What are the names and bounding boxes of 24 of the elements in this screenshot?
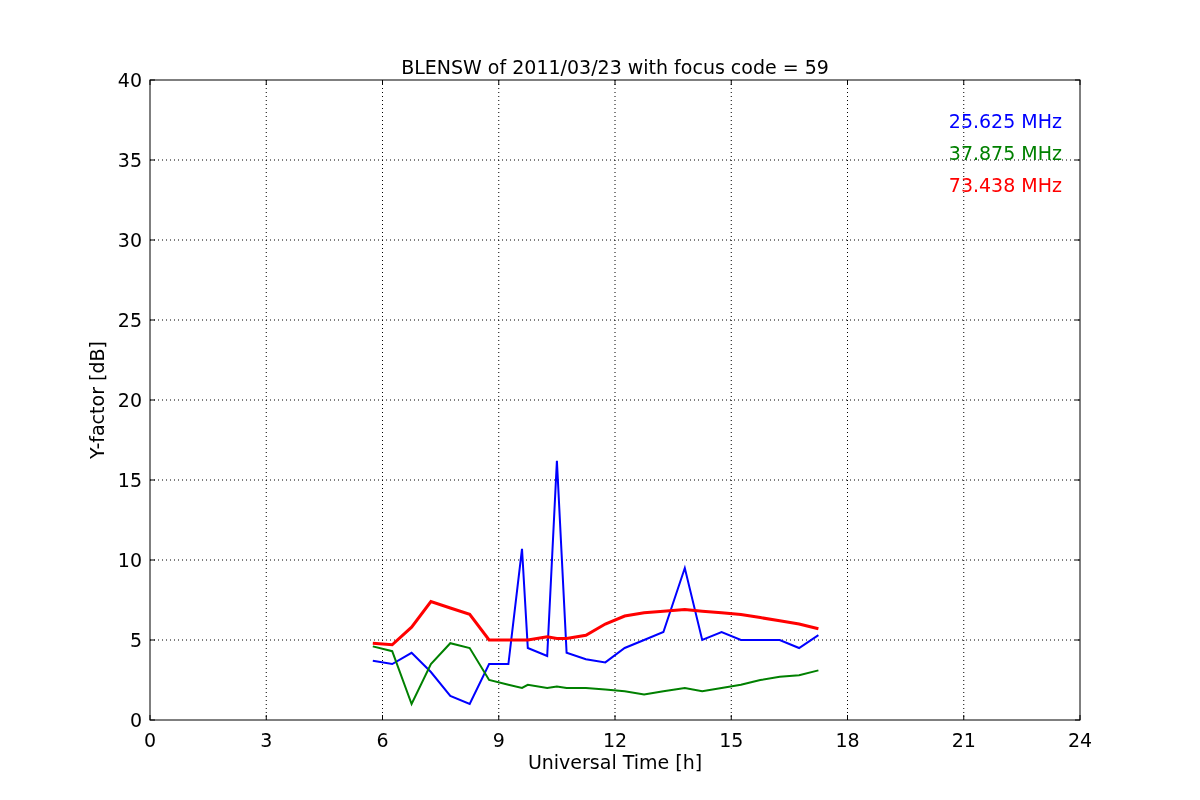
y-tick-label: 35: [117, 149, 142, 171]
chart-title: BLENSW of 2011/03/23 with focus code = 59: [401, 56, 829, 78]
x-tick-label: 15: [719, 729, 744, 751]
x-tick-label: 24: [1067, 729, 1093, 751]
y-tick-label: 40: [117, 69, 142, 91]
x-axis-label: Universal Time [h]: [527, 751, 703, 773]
y-tick-label: 5: [129, 629, 142, 651]
x-tick-label: 6: [376, 729, 389, 751]
y-tick-label: 20: [117, 389, 142, 411]
y-tick-label: 25: [117, 309, 142, 331]
y-tick-label: 10: [117, 549, 142, 571]
legend-label: 25.625 MHz: [948, 110, 1062, 132]
x-tick-label: 0: [143, 729, 157, 751]
x-tick-label: 9: [492, 729, 505, 751]
y-tick-label: 15: [117, 469, 142, 491]
x-tick-label: 12: [602, 729, 628, 751]
x-tick-label: 21: [951, 729, 976, 751]
x-tick-label: 18: [835, 729, 860, 751]
y-tick-label: 30: [117, 229, 142, 251]
y-axis-label: Y-factor [dB]: [86, 341, 108, 459]
legend-label: 37.875 MHz: [948, 142, 1062, 164]
legend-label: 73.438 MHz: [948, 174, 1062, 196]
x-tick-label: 3: [260, 729, 273, 751]
y-tick-label: 0: [129, 709, 142, 731]
